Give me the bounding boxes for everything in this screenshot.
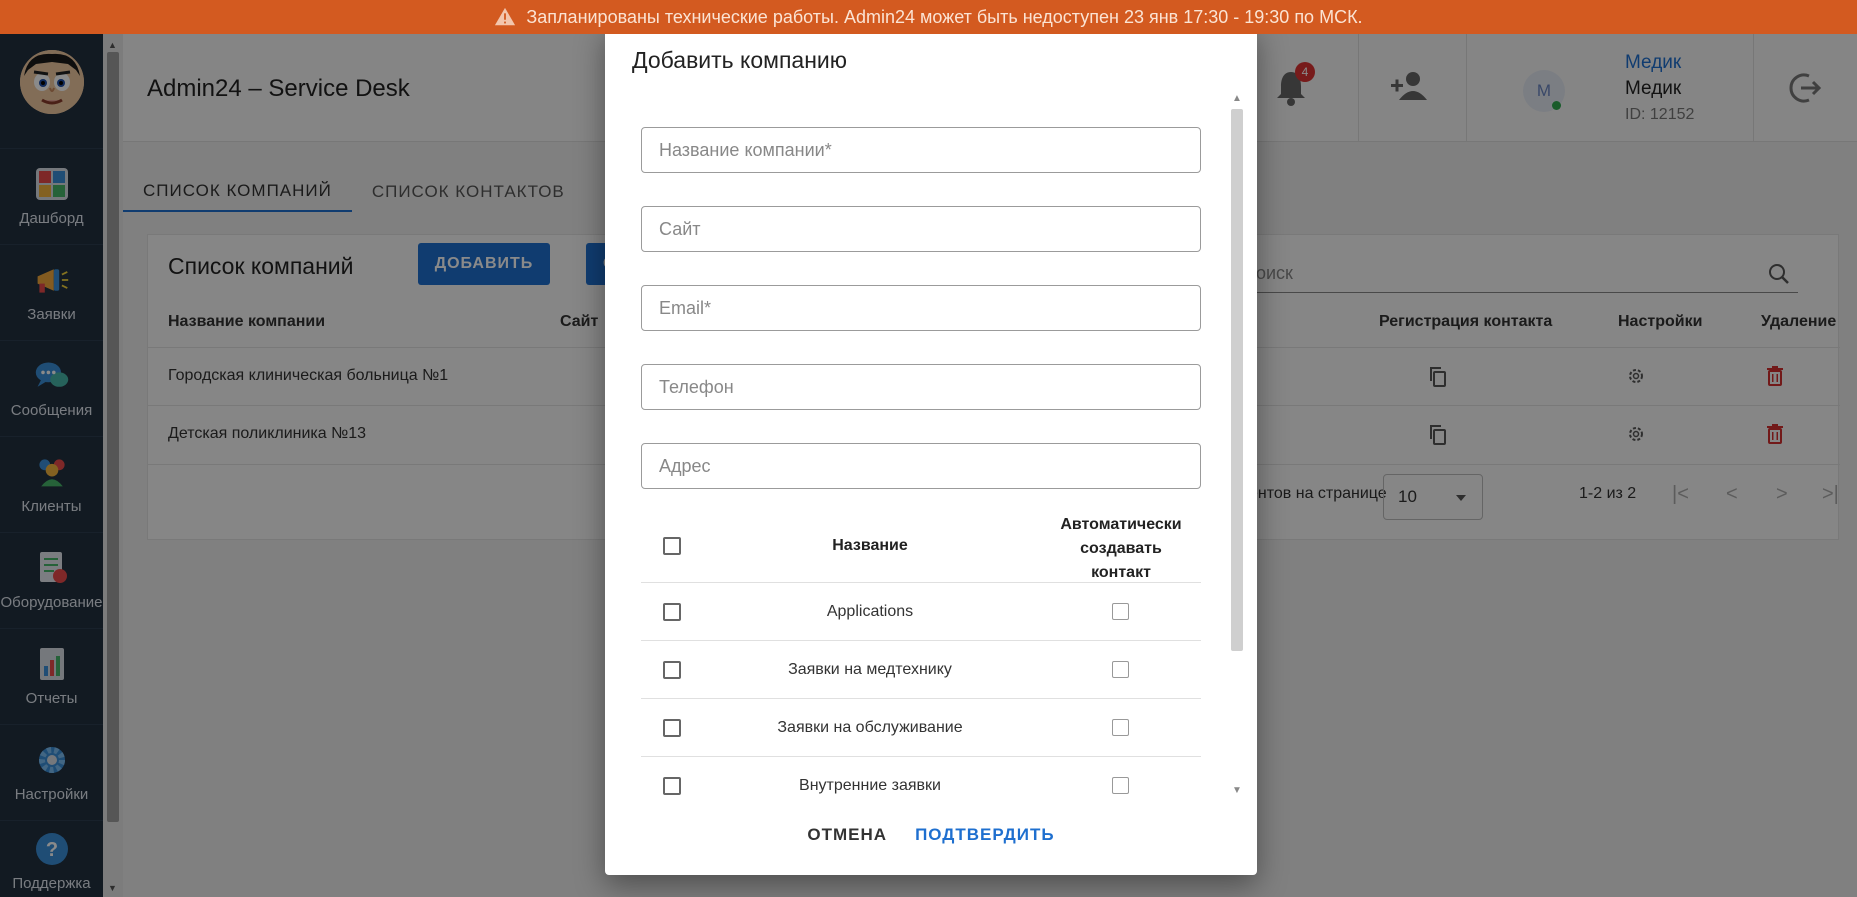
scroll-down-icon[interactable]: ▼ xyxy=(1232,785,1242,796)
banner-text: Запланированы технические работы. Admin2… xyxy=(526,6,1363,27)
queue-checkbox[interactable] xyxy=(663,719,681,737)
auto-contact-checkbox[interactable] xyxy=(1112,661,1129,678)
select-all-checkbox[interactable] xyxy=(663,537,681,555)
add-company-dialog: Добавить компанию Название компании* Сай… xyxy=(605,25,1257,875)
email-field[interactable]: Email* xyxy=(641,285,1201,331)
cancel-button[interactable]: ОТМЕНА xyxy=(807,825,887,845)
queue-row: Внутренние заявки xyxy=(641,756,1201,811)
site-field[interactable]: Сайт xyxy=(641,206,1201,252)
phone-field[interactable]: Телефон xyxy=(641,364,1201,410)
dialog-scrollbar[interactable]: ▲ ▼ xyxy=(1228,93,1244,797)
queue-checkbox[interactable] xyxy=(663,777,681,795)
dialog-title: Добавить компанию xyxy=(632,47,848,73)
queue-name: Applications xyxy=(826,603,914,620)
dialog-body: Название компании* Сайт Email* Телефон А… xyxy=(641,101,1201,811)
queue-row: Applications xyxy=(641,582,1201,640)
auto-contact-checkbox[interactable] xyxy=(1112,719,1129,736)
queue-name: Заявки на медтехнику xyxy=(788,661,952,678)
scroll-thumb[interactable] xyxy=(1231,109,1243,651)
column-header-auto-contact: Автоматически создавать контакт xyxy=(1060,516,1182,581)
auto-contact-checkbox[interactable] xyxy=(1112,603,1129,620)
queue-name: Внутренние заявки xyxy=(799,777,941,794)
queue-checkbox[interactable] xyxy=(663,661,681,679)
auto-contact-checkbox[interactable] xyxy=(1112,777,1129,794)
address-field[interactable]: Адрес xyxy=(641,443,1201,489)
queue-row: Заявки на медтехнику xyxy=(641,640,1201,698)
dialog-actions: ОТМЕНА ПОДТВЕРДИТЬ xyxy=(605,825,1257,845)
company-name-field[interactable]: Название компании* xyxy=(641,127,1201,173)
warning-icon xyxy=(495,7,516,26)
queue-checkbox[interactable] xyxy=(663,603,681,621)
maintenance-banner: Запланированы технические работы. Admin2… xyxy=(0,0,1857,34)
queue-name: Заявки на обслуживание xyxy=(777,719,963,736)
scroll-up-icon[interactable]: ▲ xyxy=(1232,93,1242,104)
queue-row: Заявки на обслуживание xyxy=(641,698,1201,756)
confirm-button[interactable]: ПОДТВЕРДИТЬ xyxy=(915,825,1055,845)
column-header-queue-name: Название xyxy=(832,537,908,554)
